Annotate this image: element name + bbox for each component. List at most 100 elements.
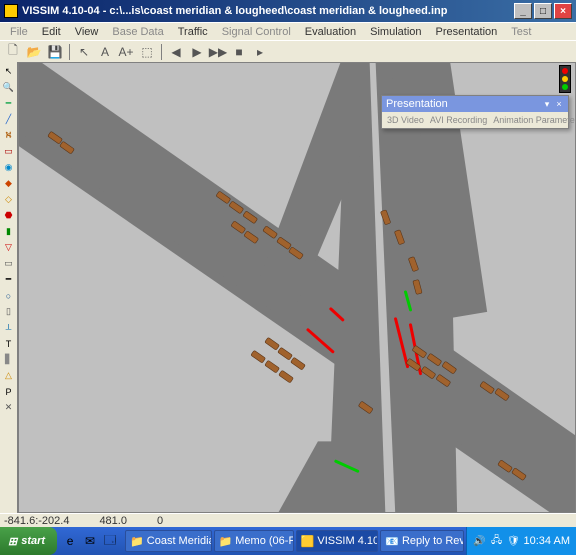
tool-link-icon[interactable]: ━ xyxy=(1,96,16,111)
ql-mail-icon[interactable]: ✉ xyxy=(81,532,99,550)
new-icon[interactable]: 🗋 xyxy=(4,43,22,61)
panel-header[interactable]: Presentation ▾ × xyxy=(382,96,568,112)
canvas-viewport[interactable]: Presentation ▾ × 3D Video AVI Recording … xyxy=(18,62,576,513)
open-icon[interactable]: 📂 xyxy=(25,43,43,61)
toolbar: 🗋 📂 💾 ↖ A A+ ⬚ ◀ ▶ ▶▶ ■ ▸ xyxy=(0,40,576,62)
tray-volume-icon[interactable]: 🔊 xyxy=(473,534,487,548)
menu-traffic[interactable]: Traffic xyxy=(172,25,214,39)
maximize-button[interactable]: □ xyxy=(534,3,552,19)
text-aplus-icon[interactable]: A+ xyxy=(117,43,135,61)
tool-signal-head-icon[interactable]: ▮ xyxy=(1,224,16,239)
tool-vehicle-input-icon[interactable]: ▭ xyxy=(1,144,16,159)
task-icon: 📁 xyxy=(219,535,233,548)
menu-basedata[interactable]: Base Data xyxy=(106,25,169,39)
tool-speed-icon[interactable]: ◉ xyxy=(1,160,16,175)
road-network xyxy=(19,63,575,512)
separator xyxy=(69,44,70,60)
titlebar: VISSIM 4.10-04 - c:\...is\coast meridian… xyxy=(0,0,576,22)
separator xyxy=(161,44,162,60)
task-label: VISSIM 4.10-04 - c:\... xyxy=(317,535,378,547)
tool-zoom-icon[interactable]: 🔍 xyxy=(1,80,16,95)
taskbar-task[interactable]: 🟨VISSIM 4.10-04 - c:\... xyxy=(296,530,379,552)
ql-ie-icon[interactable]: e xyxy=(61,532,79,550)
start-label: start xyxy=(21,535,45,547)
presentation-panel[interactable]: Presentation ▾ × 3D Video AVI Recording … xyxy=(381,95,569,129)
page-icon[interactable]: ⬚ xyxy=(138,43,156,61)
tool-background-icon[interactable]: ▋ xyxy=(1,352,16,367)
menu-edit[interactable]: Edit xyxy=(36,25,67,39)
menubar: File Edit View Base Data Traffic Signal … xyxy=(0,22,576,40)
vehicle xyxy=(251,350,266,363)
app-icon xyxy=(4,4,18,18)
tool-transit-icon[interactable]: ✕ xyxy=(1,400,16,415)
task-label: Coast Meridian & Lou... xyxy=(147,535,212,547)
rewind-icon[interactable]: ◀ xyxy=(167,43,185,61)
task-label: Memo (06-Feb-2006) xyxy=(235,535,293,547)
tool-stop-sign-icon[interactable]: ⬣ xyxy=(1,208,16,223)
taskbar-task[interactable]: 📁Memo (06-Feb-2006) xyxy=(214,530,294,552)
stop-icon[interactable]: ■ xyxy=(230,43,248,61)
save-icon[interactable]: 💾 xyxy=(46,43,64,61)
simulation-canvas[interactable]: Presentation ▾ × 3D Video AVI Recording … xyxy=(19,63,575,512)
taskbar-task[interactable]: 📁Coast Meridian & Lou... xyxy=(125,530,212,552)
pointer-icon[interactable]: ↖ xyxy=(75,43,93,61)
taskbar: ⊞ start e ✉ 🗔 📁Coast Meridian & Lou...📁M… xyxy=(0,527,576,555)
tray-clock[interactable]: 10:34 AM xyxy=(524,535,570,547)
menu-test[interactable]: Test xyxy=(505,25,537,39)
minimize-button[interactable]: _ xyxy=(514,3,532,19)
step-icon[interactable]: ▸ xyxy=(251,43,269,61)
menu-view[interactable]: View xyxy=(69,25,105,39)
tool-measure-icon[interactable]: ⟂ xyxy=(1,320,16,335)
vehicle xyxy=(291,357,306,370)
ql-desktop-icon[interactable]: 🗔 xyxy=(101,532,119,550)
tool-triangle-icon[interactable]: △ xyxy=(1,368,16,383)
tool-desired-speed-icon[interactable]: ◇ xyxy=(1,192,16,207)
tray-network-icon[interactable]: 🖧 xyxy=(490,534,504,548)
tool-priority-icon[interactable]: ▽ xyxy=(1,240,16,255)
tool-reduced-speed-icon[interactable]: ◆ xyxy=(1,176,16,191)
tool-stop-line-icon[interactable]: ━ xyxy=(1,272,16,287)
coord-mid: 481.0 xyxy=(99,515,127,527)
menu-signal[interactable]: Signal Control xyxy=(216,25,297,39)
task-buttons: 📁Coast Meridian & Lou...📁Memo (06-Feb-20… xyxy=(123,530,465,552)
coord-xy: -841.6:-202.4 xyxy=(4,515,69,527)
tray-shield-icon[interactable]: 🛡 xyxy=(507,534,521,548)
quick-launch: e ✉ 🗔 xyxy=(61,532,119,550)
vehicle xyxy=(278,347,293,360)
text-a-icon[interactable]: A xyxy=(96,43,114,61)
menu-evaluation[interactable]: Evaluation xyxy=(299,25,362,39)
tool-section-icon[interactable]: ▯ xyxy=(1,304,16,319)
avi-recording-button[interactable]: AVI Recording xyxy=(428,114,489,126)
task-icon: 📁 xyxy=(130,535,144,548)
tool-connector-icon[interactable]: ╱ xyxy=(1,112,16,127)
start-flag-icon: ⊞ xyxy=(8,535,17,548)
task-label: Reply to Reviews of ... xyxy=(402,535,464,547)
traffic-light-icon xyxy=(559,65,571,93)
tool-node-icon[interactable]: ○ xyxy=(1,288,16,303)
play-icon[interactable]: ▶ xyxy=(188,43,206,61)
menu-presentation[interactable]: Presentation xyxy=(430,25,504,39)
fastforward-icon[interactable]: ▶▶ xyxy=(209,43,227,61)
close-button[interactable]: × xyxy=(554,3,572,19)
panel-dropdown-icon[interactable]: ▾ xyxy=(542,99,552,109)
tool-parking-icon[interactable]: P xyxy=(1,384,16,399)
system-tray[interactable]: 🔊 🖧 🛡 10:34 AM xyxy=(466,527,576,555)
tool-route-icon[interactable]: ⛕ xyxy=(1,128,16,143)
panel-title: Presentation xyxy=(386,98,448,110)
vehicle xyxy=(265,360,280,373)
animation-params-button[interactable]: Animation Parameters... xyxy=(491,114,576,126)
3d-video-button[interactable]: 3D Video xyxy=(385,114,426,126)
workspace: ↖🔍━╱⛕▭◉◆◇⬣▮▽▭━○▯⟂T▋△P✕ xyxy=(0,62,576,527)
menu-simulation[interactable]: Simulation xyxy=(364,25,427,39)
task-icon: 📧 xyxy=(385,535,399,548)
taskbar-task[interactable]: 📧Reply to Reviews of ... xyxy=(380,530,463,552)
coord-zero: 0 xyxy=(157,515,163,527)
menu-file[interactable]: File xyxy=(4,25,34,39)
panel-close-icon[interactable]: × xyxy=(554,99,564,109)
tool-detector-icon[interactable]: ▭ xyxy=(1,256,16,271)
start-button[interactable]: ⊞ start xyxy=(0,527,57,555)
tool-text-icon[interactable]: T xyxy=(1,336,16,351)
coord-bar: -841.6:-202.4 481.0 0 xyxy=(0,513,576,527)
vehicle xyxy=(279,370,294,383)
tool-arrow-icon[interactable]: ↖ xyxy=(1,64,16,79)
